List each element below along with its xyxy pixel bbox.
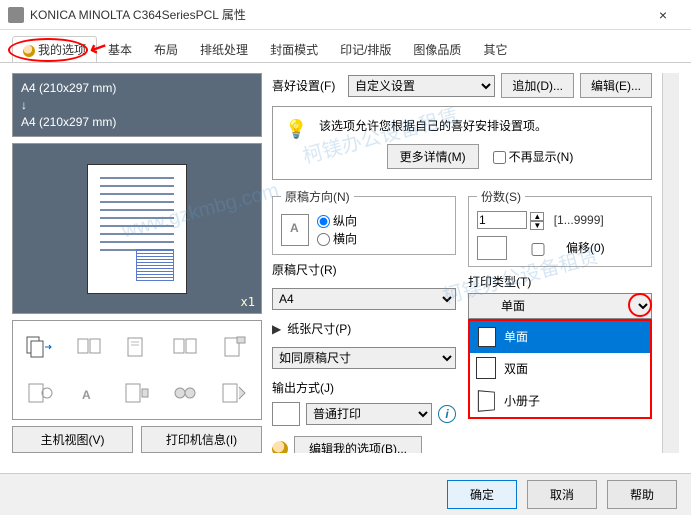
copies-group: 份数(S) ▲ ▼ [1...9999] 偏移(0) <box>468 188 652 267</box>
grid-icon-1[interactable] <box>17 325 63 369</box>
tab-my-options[interactable]: 我的选项 <box>12 36 97 62</box>
tab-other[interactable]: 其它 <box>472 36 518 62</box>
avatar-icon <box>272 441 288 454</box>
booklet-icon <box>478 390 495 412</box>
copies-legend: 份数(S) <box>477 188 525 205</box>
option-double[interactable]: 双面 <box>470 353 650 385</box>
orientation-legend: 原稿方向(N) <box>281 188 354 205</box>
output-mode-icon <box>272 402 300 426</box>
option-booklet[interactable]: 小册子 <box>470 385 650 417</box>
print-type-group: 打印类型(T) 单面 单面 双面 小册子 <box>468 273 652 319</box>
fav-edit-button[interactable]: 编辑(E)... <box>580 73 652 98</box>
copies-down-icon[interactable]: ▼ <box>530 221 544 230</box>
grid-icon-6[interactable] <box>17 371 63 415</box>
orig-size-select[interactable]: A4 <box>272 288 456 310</box>
tab-finish[interactable]: 排纸处理 <box>189 36 259 62</box>
tab-stamp[interactable]: 印记/排版 <box>329 36 402 62</box>
paper-size-label: 纸张尺寸(P) <box>287 320 351 337</box>
grid-icon-2[interactable] <box>65 325 111 369</box>
tab-basic[interactable]: 基本 <box>97 36 143 62</box>
tab-cover[interactable]: 封面模式 <box>259 36 329 62</box>
svg-text:A: A <box>82 388 91 402</box>
tab-bar: 我的选项 基本 布局 排纸处理 封面模式 印记/排版 图像品质 其它 <box>0 30 691 63</box>
host-view-button[interactable]: 主机视图(V) <box>12 426 133 453</box>
single-page-icon <box>478 327 496 347</box>
print-type-label: 打印类型(T) <box>468 273 652 290</box>
output-select[interactable]: 普通打印 <box>306 403 432 425</box>
page-thumbnail <box>87 164 187 294</box>
orientation-preview-icon <box>281 214 309 246</box>
landscape-radio[interactable]: 横向 <box>317 230 357 247</box>
output-label: 输出方式(J) <box>272 379 456 396</box>
lightbulb-icon: 💡 <box>285 119 307 140</box>
app-icon <box>8 7 24 23</box>
portrait-radio[interactable]: 纵向 <box>317 212 357 229</box>
close-button[interactable]: × <box>643 7 683 23</box>
page-preview: x1 <box>12 143 262 314</box>
grid-icon-3[interactable] <box>114 325 160 369</box>
printer-info-button[interactable]: 打印机信息(I) <box>141 426 262 453</box>
paper-size-select[interactable]: 如同原稿尺寸 <box>272 347 456 369</box>
ok-button[interactable]: 确定 <box>447 480 517 509</box>
cancel-button[interactable]: 取消 <box>527 480 597 509</box>
grid-icon-7[interactable]: A <box>65 371 111 415</box>
orig-size-label: 原稿尺寸(R) <box>272 261 456 278</box>
grid-icon-4[interactable] <box>162 325 208 369</box>
orientation-group: 原稿方向(N) 纵向 横向 <box>272 188 456 255</box>
collate-icon <box>477 236 507 260</box>
hide-tip-checkbox[interactable]: 不再显示(N) <box>493 148 574 165</box>
output-info-icon[interactable]: i <box>438 405 456 423</box>
vertical-scrollbar[interactable] <box>662 73 679 453</box>
double-page-icon <box>478 359 496 379</box>
edit-my-options-button[interactable]: 编辑我的选项(B)... <box>294 436 422 453</box>
grid-icon-5[interactable] <box>211 325 257 369</box>
collate-checkbox[interactable]: 偏移(0) <box>513 239 605 256</box>
help-button[interactable]: 帮助 <box>607 480 677 509</box>
grid-icon-8[interactable] <box>114 371 160 415</box>
fav-add-button[interactable]: 追加(D)... <box>501 73 574 98</box>
copies-input[interactable] <box>477 211 527 229</box>
print-type-select[interactable]: 单面 <box>468 293 652 319</box>
preview-size-header: A4 (210x297 mm) ↓ A4 (210x297 mm) <box>12 73 262 137</box>
grid-icon-9[interactable] <box>162 371 208 415</box>
copies-up-icon[interactable]: ▲ <box>530 212 544 221</box>
copies-range: [1...9999] <box>554 213 604 227</box>
expand-paper-icon[interactable]: ▶ <box>272 322 281 336</box>
fav-select[interactable]: 自定义设置 <box>348 75 495 97</box>
option-single[interactable]: 单面 <box>470 321 650 353</box>
grid-icon-10[interactable] <box>211 371 257 415</box>
more-details-button[interactable]: 更多详情(M) <box>387 144 479 169</box>
window-title: KONICA MINOLTA C364SeriesPCL 属性 <box>30 6 643 23</box>
fav-label: 喜好设置(F) <box>272 77 342 94</box>
tab-layout[interactable]: 布局 <box>143 36 189 62</box>
tip-box: 💡 该选项允许您根据自己的喜好安排设置项。 更多详情(M) 不再显示(N) <box>272 106 652 180</box>
preview-scale: x1 <box>241 295 255 309</box>
avatar-icon <box>23 45 35 57</box>
feature-icon-grid: A <box>12 320 262 420</box>
tab-quality[interactable]: 图像品质 <box>402 36 472 62</box>
tip-text: 该选项允许您根据自己的喜好安排设置项。 <box>319 117 641 134</box>
print-type-dropdown: 单面 双面 小册子 <box>468 319 652 419</box>
